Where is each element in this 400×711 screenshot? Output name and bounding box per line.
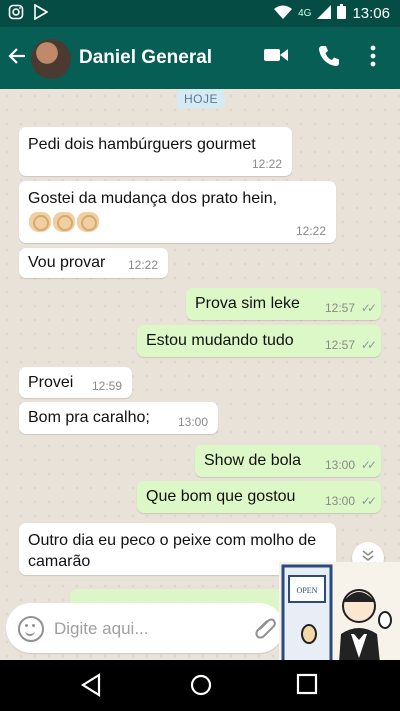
nav-home-icon[interactable] [189,673,213,702]
emoji-icon[interactable] [18,616,44,642]
message-time: 12:22 [251,157,282,171]
message-time: 12:22 [127,258,158,272]
message-outgoing[interactable]: Prova sim leke 12:57 ✓✓ [186,288,381,320]
message-time: 13:00 [324,494,355,508]
attach-icon[interactable] [252,615,278,646]
message-incoming[interactable]: Pedi dois hambúrguers gourmet 12:22 [19,127,292,176]
battery-icon [337,4,347,23]
nav-recents-icon[interactable] [296,673,318,700]
read-receipt-icon: ✓✓ [360,494,377,508]
message-outgoing[interactable]: Show de bola 13:00 ✓✓ [195,445,381,477]
contact-name[interactable]: Daniel General [79,47,212,69]
message-time: 12:57 [324,338,355,352]
message-outgoing[interactable]: Estou mudando tudo 12:57 ✓✓ [137,325,381,357]
clapping-hands-icon [29,212,101,234]
message-time: 13:00 [324,458,355,472]
status-bar: 4G 13:06 [0,0,400,27]
message-time: 13:00 [177,415,208,429]
more-vert-icon[interactable] [370,45,376,72]
chat-header: Daniel General [0,27,400,89]
read-receipt-icon: ✓✓ [360,301,377,315]
network-type: 4G [298,8,312,19]
open-sign-text: OPEN [297,586,318,595]
read-receipt-icon: ✓✓ [360,338,377,352]
nav-back-icon[interactable] [80,673,102,702]
status-time: 13:06 [352,5,390,22]
instagram-icon [8,4,24,24]
message-incoming[interactable]: Bom pra caralho; 13:00 [19,402,218,434]
message-incoming[interactable]: Provei 12:59 [19,367,132,398]
message-outgoing[interactable]: Que bom que gostou 13:00 ✓✓ [137,481,381,513]
signal-icon [317,4,332,23]
message-input[interactable] [52,615,246,643]
phone-icon[interactable] [318,45,340,72]
avatar[interactable] [31,39,71,79]
message-incoming[interactable]: Gostei da mudança dos prato hein, 12:22 [19,181,336,243]
play-store-icon [34,3,49,24]
message-incoming[interactable]: Vou provar 12:22 [19,248,168,278]
video-call-icon[interactable] [263,45,289,70]
date-chip: HOJE [177,90,226,108]
message-time: 12:22 [295,224,326,238]
message-time: 12:57 [324,301,355,315]
message-time: 12:59 [91,379,122,393]
message-composer [6,603,284,653]
back-arrow-icon[interactable] [8,47,26,69]
read-receipt-icon: ✓✓ [360,458,377,472]
message-text: Gostei da mudança dos prato hein, [28,190,278,207]
message-text: Pedi dois hambúrguers gourmet [28,136,256,153]
wifi-icon [274,5,293,23]
double-chevron-down-icon [362,550,374,562]
navigation-bar [0,660,400,711]
